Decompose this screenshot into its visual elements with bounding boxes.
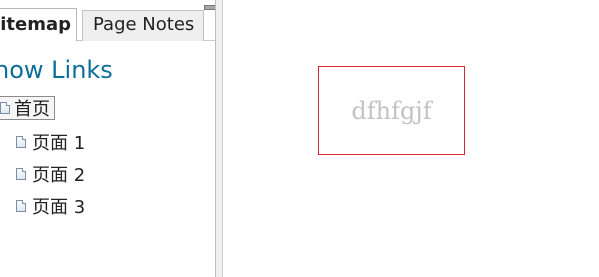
sitemap-item-home[interactable]: 首页 <box>0 96 55 120</box>
sitemap-item-label: 页面 3 <box>32 197 86 218</box>
pane-splitter[interactable] <box>215 0 223 277</box>
prototype-viewer: itemap Page Notes how Links 首页 页面 1 页面 2… <box>0 0 599 277</box>
sitemap-item-label: 首页 <box>14 99 50 120</box>
sitemap-item-page-2[interactable]: 页面 2 <box>16 162 85 186</box>
sitemap-pane: itemap Page Notes how Links 首页 页面 1 页面 2… <box>0 0 215 277</box>
show-links-link[interactable]: how Links <box>0 56 113 84</box>
sitemap-item-label: 页面 2 <box>32 165 86 186</box>
page-icon <box>16 136 26 148</box>
tab-page-notes[interactable]: Page Notes <box>82 10 204 41</box>
text-box-widget: dfhfgjf <box>318 66 465 155</box>
tab-sitemap[interactable]: itemap <box>0 8 77 42</box>
pane-tab-strip: itemap Page Notes <box>0 0 215 42</box>
sitemap-item-page-3[interactable]: 页面 3 <box>16 194 85 218</box>
sitemap-item-label: 页面 1 <box>32 133 86 154</box>
page-icon <box>16 168 26 180</box>
page-icon <box>16 200 26 212</box>
sitemap-item-page-1[interactable]: 页面 1 <box>16 130 85 154</box>
page-icon <box>0 102 10 114</box>
page-canvas: dfhfgjf <box>223 0 599 277</box>
collapse-pane-button[interactable] <box>204 5 215 10</box>
